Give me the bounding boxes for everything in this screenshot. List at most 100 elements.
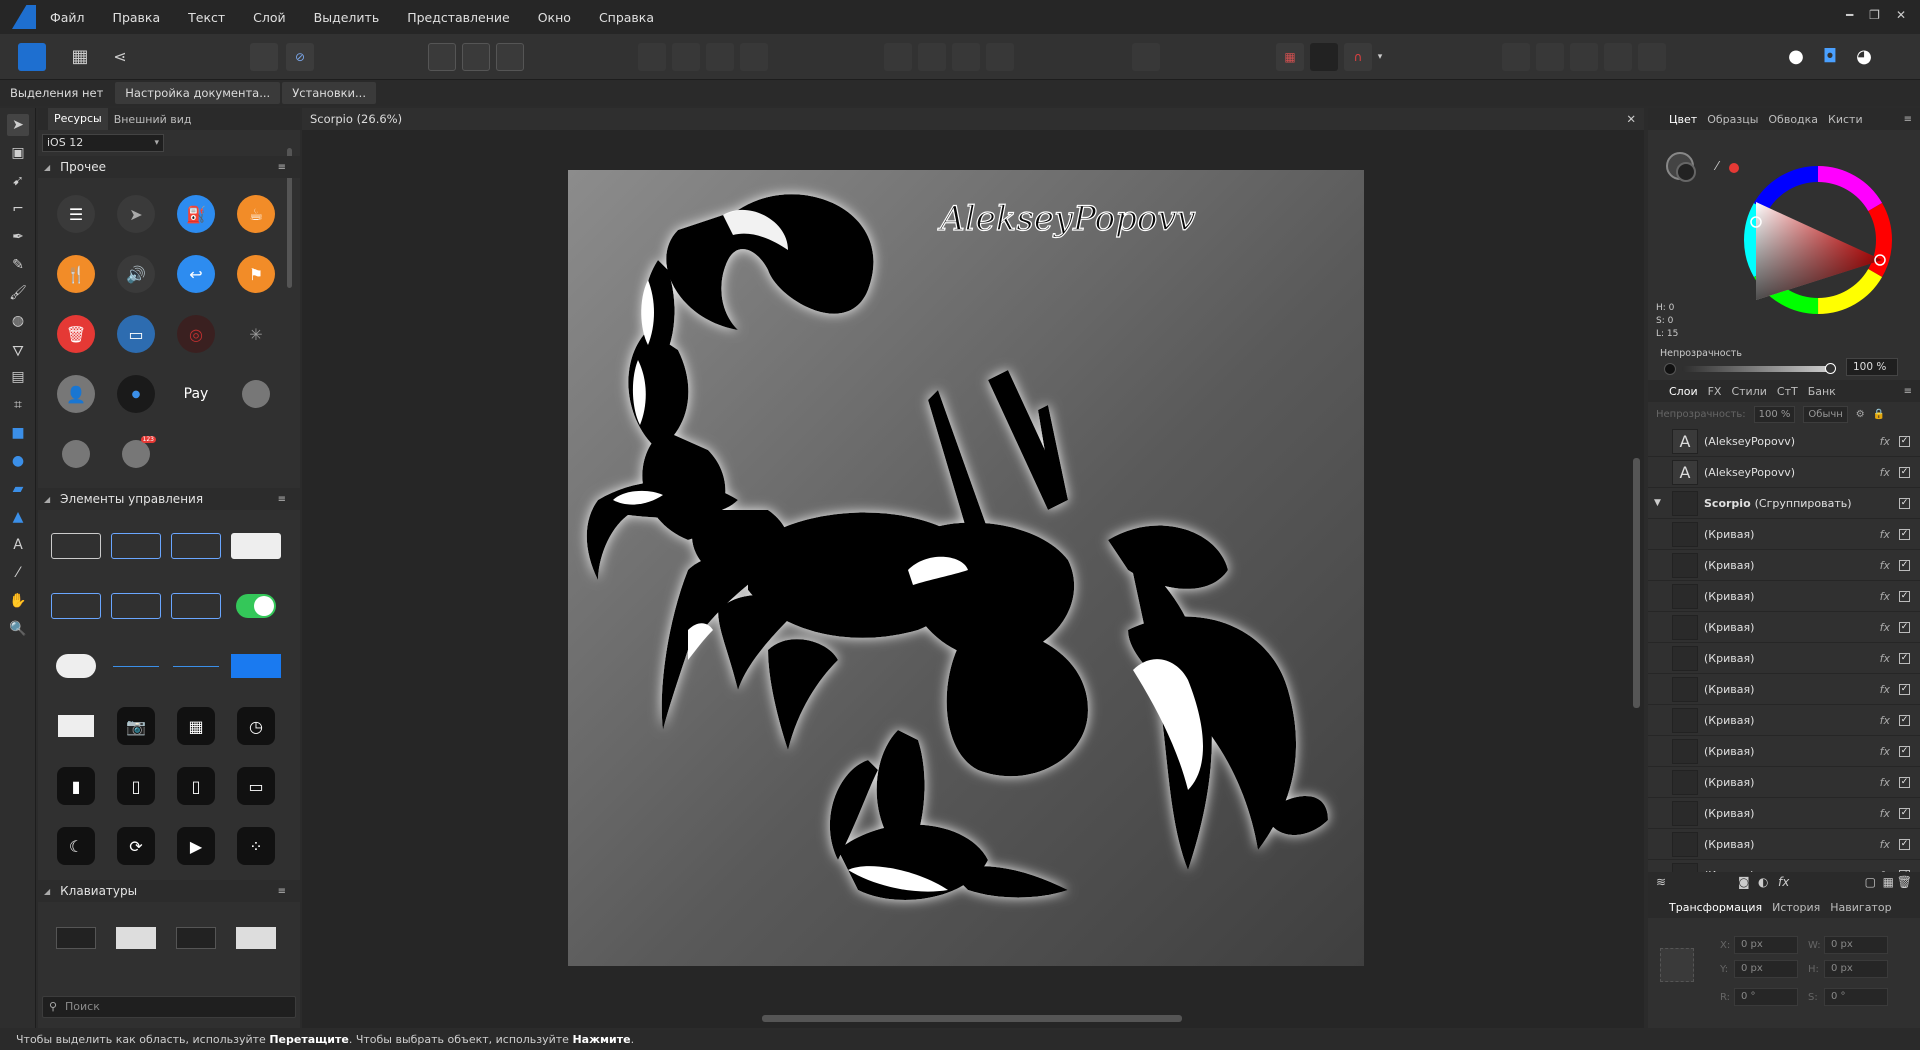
layer-visibility-checkbox[interactable]: ✓ [1899, 466, 1910, 478]
shear-field[interactable]: 0 ° [1824, 988, 1888, 1006]
asset-item[interactable] [226, 576, 286, 636]
layer-fx-icon[interactable]: fx [1880, 528, 1890, 541]
asset-item[interactable]: ➤ [106, 184, 166, 244]
add-layer-icon[interactable]: ▢ [1865, 875, 1876, 889]
section-menu-icon[interactable]: ≡ [278, 162, 286, 173]
layer-row[interactable]: (Кривая)fx✓ [1648, 736, 1920, 767]
asset-item[interactable]: ▯ [106, 756, 166, 816]
asset-item[interactable]: ▮ [46, 756, 106, 816]
layer-row[interactable]: (Кривая)fx✓ [1648, 674, 1920, 705]
menu-file[interactable]: Файл [50, 10, 85, 25]
snapping-blocked-icon[interactable]: ⊘ [286, 43, 314, 71]
place-image-icon[interactable]: ▤ [7, 366, 29, 388]
app-logo-icon[interactable] [12, 5, 36, 29]
asset-item[interactable] [226, 364, 286, 424]
layer-visibility-checkbox[interactable]: ✓ [1899, 745, 1910, 757]
delete-layer-icon[interactable]: 🗑 [1897, 875, 1912, 889]
layer-visibility-checkbox[interactable]: ✓ [1899, 528, 1910, 540]
expand-group-icon[interactable]: ▼ [1654, 498, 1661, 508]
select-rotate-icon[interactable] [496, 43, 524, 71]
layer-visibility-checkbox[interactable]: ✓ [1899, 652, 1910, 664]
layer-fx-icon[interactable]: fx [1880, 838, 1890, 851]
layer-fx-icon[interactable]: fx [1880, 745, 1890, 758]
layers-quick-icon[interactable]: ◘ [1816, 43, 1844, 71]
asset-item[interactable]: 🗑 [46, 304, 106, 364]
fill-tool-icon[interactable]: ◍ [7, 310, 29, 332]
layer-opacity-field[interactable]: 100 % [1753, 405, 1796, 423]
tab-appearance[interactable]: Внешний вид [108, 113, 198, 126]
layer-fx-icon[interactable]: fx [1880, 807, 1890, 820]
w-field[interactable]: 0 px [1824, 936, 1888, 954]
artboard-tool-icon[interactable]: ▣ [7, 142, 29, 164]
tab-assets[interactable]: Ресурсы [48, 108, 108, 130]
tab-color[interactable]: Цвет [1664, 113, 1702, 126]
layer-fx-icon[interactable]: fx [1880, 466, 1890, 479]
corner-tool-icon[interactable]: ⌐ [7, 198, 29, 220]
asset-set-dropdown[interactable]: iOS 12 [42, 134, 164, 152]
asset-item[interactable] [106, 908, 166, 968]
layers-stack-icon[interactable]: ≋ [1656, 875, 1666, 889]
close-document-icon[interactable]: ✕ [1626, 112, 1636, 126]
designer-persona-button[interactable] [18, 43, 46, 71]
h-field[interactable]: 0 px [1824, 960, 1888, 978]
layer-row[interactable]: (Кривая)fx✓ [1648, 550, 1920, 581]
vertical-scrollbar[interactable] [1633, 138, 1640, 998]
layer-visibility-checkbox[interactable]: ✓ [1899, 621, 1910, 633]
section-menu-icon[interactable]: ≡ [278, 886, 286, 897]
menu-view[interactable]: Представление [407, 10, 510, 25]
grid-snap-icon[interactable]: ▦ [1276, 43, 1304, 71]
layer-fx-icon[interactable]: fx [1880, 621, 1890, 634]
asset-item[interactable] [226, 636, 286, 696]
tab-styles[interactable]: Стили [1726, 385, 1771, 398]
layer-row[interactable]: (Кривая)fx✓ [1648, 829, 1920, 860]
asset-item[interactable]: ⟳ [106, 816, 166, 876]
layer-visibility-checkbox[interactable]: ✓ [1899, 559, 1910, 571]
asset-item[interactable]: ◷ [226, 696, 286, 756]
layer-visibility-checkbox[interactable]: ✓ [1899, 683, 1910, 695]
close-window-icon[interactable]: ✕ [1896, 8, 1906, 22]
menu-edit[interactable]: Правка [113, 10, 161, 25]
tab-navigator[interactable]: Навигатор [1825, 901, 1896, 914]
layer-visibility-checkbox[interactable]: ✓ [1899, 838, 1910, 850]
asset-item[interactable] [46, 696, 106, 756]
group-layer-icon[interactable]: ▦ [1883, 875, 1894, 889]
x-field[interactable]: 0 px [1734, 936, 1798, 954]
align-icon[interactable] [1132, 43, 1160, 71]
tab-fx[interactable]: FX [1703, 385, 1727, 398]
layer-visibility-checkbox[interactable]: ✓ [1899, 807, 1910, 819]
mask-icon[interactable]: ◙ [1738, 875, 1750, 889]
assistant-icon[interactable]: ● [1782, 43, 1810, 71]
rotation-field[interactable]: 0 ° [1734, 988, 1798, 1006]
layer-row[interactable]: ▼ Scorpio (Сгруппировать) ✓ [1648, 488, 1920, 519]
layer-visibility-checkbox[interactable]: ✓ [1899, 776, 1910, 788]
layer-row[interactable]: (Кривая)fx✓ [1648, 860, 1920, 872]
layer-fx-icon[interactable]: fx [1880, 652, 1890, 665]
layer-fx-icon[interactable]: fx [1880, 683, 1890, 696]
asset-item[interactable] [166, 636, 226, 696]
asset-item[interactable]: 📷 [106, 696, 166, 756]
menu-help[interactable]: Справка [599, 10, 654, 25]
minimize-icon[interactable]: ━ [1846, 8, 1853, 22]
eyedropper-tool-icon[interactable]: ⁄ [7, 562, 29, 584]
asset-item[interactable]: ▦ [166, 696, 226, 756]
asset-item[interactable]: ☕ [226, 184, 286, 244]
adjustment-icon[interactable]: ◐ [1758, 875, 1768, 889]
text-tool-icon[interactable]: A [7, 534, 29, 556]
asset-item[interactable]: ▭ [106, 304, 166, 364]
asset-item[interactable] [166, 576, 226, 636]
asset-item[interactable]: ☰ [46, 184, 106, 244]
y-field[interactable]: 0 px [1734, 960, 1798, 978]
magnet-snapping-icon[interactable]: ∩ [1344, 43, 1372, 71]
asset-item[interactable] [46, 908, 106, 968]
ellipse-tool-icon[interactable]: ● [7, 450, 29, 472]
vertical-scroll-thumb[interactable] [1633, 458, 1640, 708]
asset-item[interactable]: ● [106, 364, 166, 424]
tab-transform[interactable]: Трансформация [1664, 901, 1767, 914]
arrange-backward-icon[interactable] [672, 43, 700, 71]
boolean-subtract-icon[interactable] [1536, 43, 1564, 71]
boolean-xor-icon[interactable] [1604, 43, 1632, 71]
tab-text-styles[interactable]: СтТ [1772, 385, 1803, 398]
layer-fx-icon[interactable]: fx [1880, 590, 1890, 603]
panel-menu-icon[interactable]: ≡ [1904, 114, 1912, 125]
assets-search-input[interactable]: ⚲ Поиск [42, 996, 296, 1018]
